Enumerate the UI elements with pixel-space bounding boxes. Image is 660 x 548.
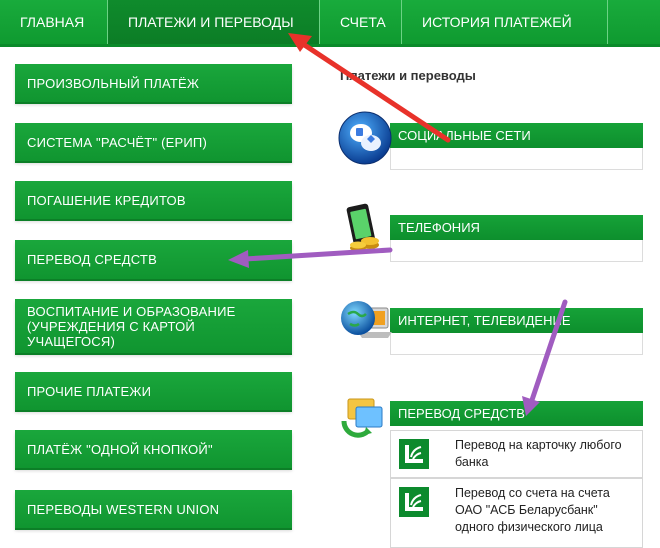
category-label: Перевод средств <box>390 401 643 426</box>
category-label: Телефония <box>390 215 643 240</box>
money-transfer-icon <box>341 398 383 438</box>
category-telephony[interactable]: Телефония <box>340 203 643 263</box>
transfer-option-label: Перевод на карточку любого банка <box>455 438 622 469</box>
category-social-networks[interactable]: Социальные сети <box>338 111 643 171</box>
tab-accounts[interactable]: Счета <box>320 0 402 44</box>
category-label: Социальные сети <box>390 123 643 148</box>
category-internet-tv[interactable]: Интернет, телевидение <box>340 301 643 356</box>
phone-coins-icon <box>346 203 379 252</box>
tab-payments-transfers[interactable]: Платежи и переводы <box>108 0 320 44</box>
bank-logo-icon <box>399 487 429 517</box>
menu-item-arbitrary-payment[interactable]: Произвольный платёж <box>15 64 292 102</box>
category-money-transfer[interactable]: Перевод средств <box>340 398 643 438</box>
tab-main[interactable]: Главная <box>0 0 108 44</box>
tab-payment-history[interactable]: История платежей <box>402 0 608 44</box>
menu-item-erip[interactable]: Система "Расчёт" (ЕРИП) <box>15 123 292 161</box>
menu-item-loan-repayment[interactable]: Погашение кредитов <box>15 181 292 219</box>
page-title: Платежи и переводы <box>340 68 476 83</box>
bank-logo-icon <box>399 439 429 469</box>
category-sub-box <box>390 333 643 355</box>
category-sub-box <box>390 240 643 262</box>
menu-item-education[interactable]: Воспитание и образование (учреждения с к… <box>15 299 292 353</box>
menu-item-other-payments[interactable]: Прочие платежи <box>15 372 292 410</box>
menu-item-one-button-payment[interactable]: Платёж "одной кнопкой" <box>15 430 292 468</box>
top-navigation: Главная Платежи и переводы Счета История… <box>0 0 660 47</box>
menu-item-western-union[interactable]: Переводы Western Union <box>15 490 292 528</box>
category-sub-box <box>390 148 643 170</box>
transfer-option-label: Перевод со счета на счета ОАО "АСБ Белар… <box>455 486 610 534</box>
tab-extra[interactable] <box>608 0 660 44</box>
category-label: Интернет, телевидение <box>390 308 643 333</box>
transfer-option-belarusbank-accounts[interactable]: Перевод со счета на счета ОАО "АСБ Белар… <box>390 478 643 548</box>
menu-item-money-transfer[interactable]: Перевод средств <box>15 240 292 279</box>
transfer-option-any-bank-card[interactable]: Перевод на карточку любого банка <box>390 430 643 478</box>
globe-laptop-icon <box>341 301 392 338</box>
social-networks-icon <box>338 111 392 165</box>
